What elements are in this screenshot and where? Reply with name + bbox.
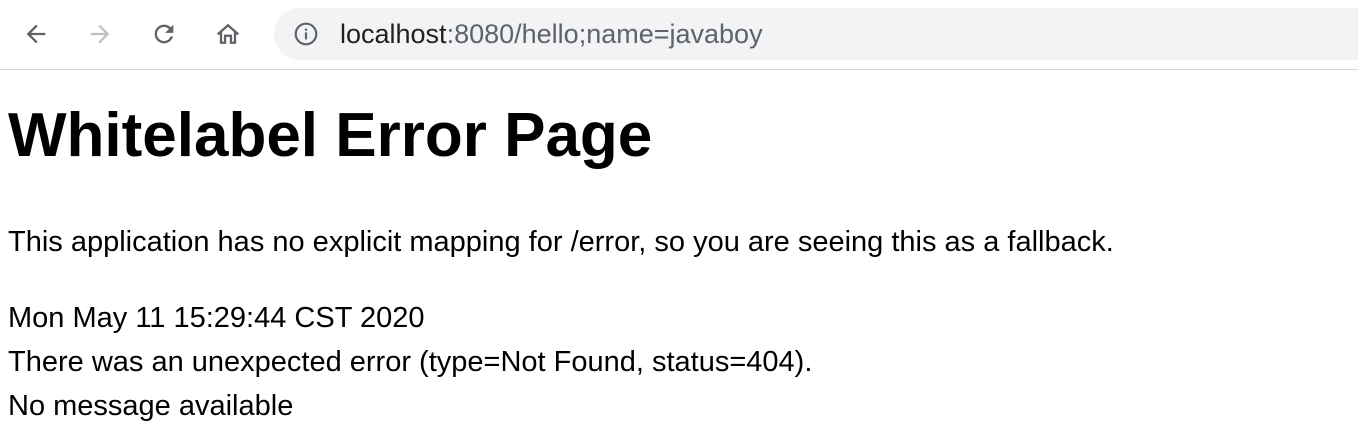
- error-timestamp: Mon May 11 15:29:44 CST 2020: [8, 302, 425, 334]
- error-message: No message available: [8, 390, 294, 422]
- info-icon[interactable]: [292, 20, 320, 48]
- address-url[interactable]: localhost:8080/hello;name=javaboy: [340, 8, 763, 60]
- url-path: :8080/hello;name=javaboy: [446, 19, 763, 49]
- browser-toolbar: localhost:8080/hello;name=javaboy: [0, 0, 1358, 70]
- address-bar[interactable]: localhost:8080/hello;name=javaboy: [274, 8, 1358, 60]
- arrow-left-icon: [22, 20, 50, 48]
- arrow-right-icon: [86, 20, 114, 48]
- reload-icon: [150, 20, 178, 48]
- page-title: Whitelabel Error Page: [8, 101, 653, 170]
- home-button[interactable]: [208, 14, 248, 54]
- forward-button[interactable]: [80, 14, 120, 54]
- error-description: There was an unexpected error (type=Not …: [8, 346, 813, 378]
- home-icon: [214, 20, 242, 48]
- back-button[interactable]: [16, 14, 56, 54]
- reload-button[interactable]: [144, 14, 184, 54]
- fallback-notice: This application has no explicit mapping…: [8, 226, 1114, 258]
- url-host: localhost: [340, 19, 447, 49]
